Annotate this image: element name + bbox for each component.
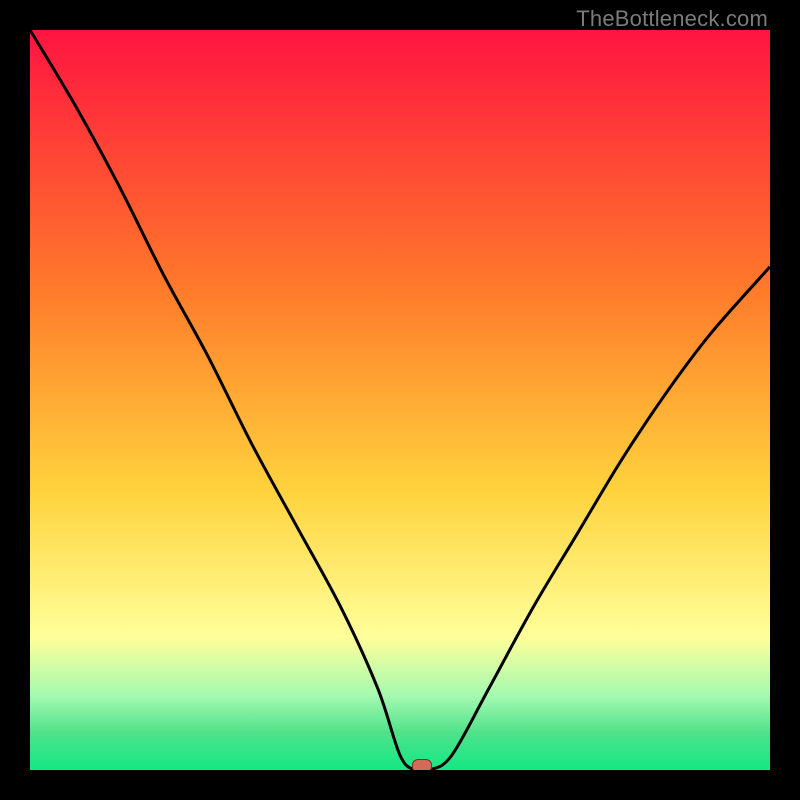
bottleneck-curve [30, 30, 770, 770]
chart-frame: TheBottleneck.com [0, 0, 800, 800]
watermark-text: TheBottleneck.com [576, 6, 768, 32]
plot-area [30, 30, 770, 770]
min-bottleneck-marker [412, 759, 432, 770]
